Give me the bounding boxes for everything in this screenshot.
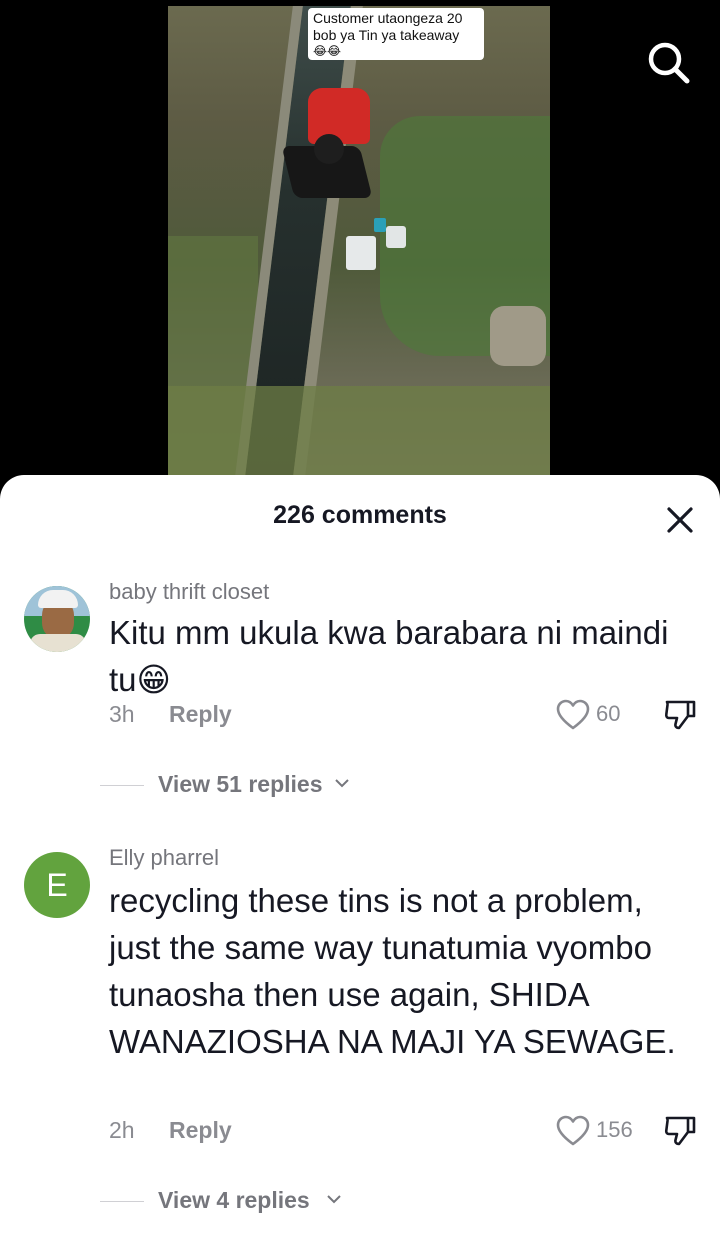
video-scene-container [346,236,376,270]
chevron-down-icon [335,779,349,788]
comments-sheet: 226 comments baby thrift closet Kitu mm … [0,475,720,1252]
video-scene-stone [490,306,546,366]
avatar[interactable]: E [24,852,90,918]
comment-time: 2h [109,1117,135,1143]
video-caption-emoji: 😂😂 [313,44,342,58]
comments-count: 226 comments [273,501,447,529]
like-button[interactable] [556,1115,590,1147]
like-count: 156 [596,1117,633,1142]
comment-text: recycling these tins is not a problem, j… [109,882,676,1060]
reply-button[interactable]: Reply [169,701,232,728]
video-scene-grass-bottom [168,386,550,476]
like-button[interactable] [556,699,590,731]
replies-divider [100,785,144,786]
reply-button[interactable]: Reply [169,1117,232,1144]
video-scene-container [386,226,406,248]
comment-time: 3h [109,701,135,727]
search-icon [648,42,690,84]
search-button[interactable] [644,38,692,86]
comment-text: Kitu mm ukula kwa barabara ni maindi tu😁 [109,614,669,698]
chevron-down-icon [327,1195,341,1204]
thumbs-down-icon [664,1116,696,1146]
video-scene-container [374,218,386,232]
video-scene-worker-head [314,134,344,164]
close-button[interactable] [663,503,697,537]
video-caption-line1: Customer utaongeza 20 [313,10,463,26]
comment-username[interactable]: baby thrift closet [109,579,269,605]
video-player[interactable]: Customer utaongeza 20 bob ya Tin ya take… [0,0,720,500]
replies-divider [100,1201,144,1202]
comment-username[interactable]: Elly pharrel [109,845,219,871]
heart-outline-icon [556,1115,590,1146]
view-replies-button[interactable]: View 51 replies [100,771,360,801]
video-scene-worker [308,88,370,144]
heart-outline-icon [556,699,590,730]
video-caption-line2: bob ya Tin ya takeaway [313,27,460,43]
avatar[interactable] [24,586,90,652]
view-replies-label: View 4 replies [158,1187,310,1213]
like-count: 60 [596,701,621,726]
thumbs-down-icon [664,700,696,730]
view-replies-label: View 51 replies [158,771,323,797]
dislike-button[interactable] [663,697,697,731]
video-frame [168,6,550,476]
video-caption: Customer utaongeza 20 bob ya Tin ya take… [308,8,484,60]
view-replies-button[interactable]: View 4 replies [100,1187,350,1217]
close-icon [667,507,693,533]
dislike-button[interactable] [663,1113,697,1147]
